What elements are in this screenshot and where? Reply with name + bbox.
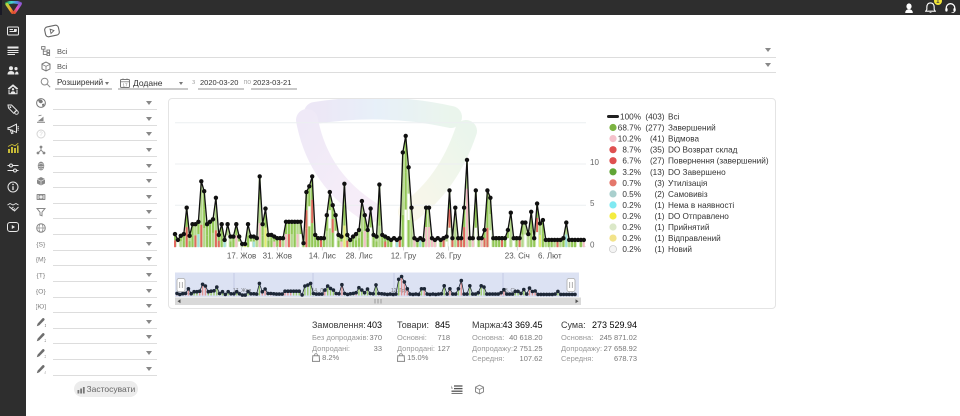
svg-text:12. Гру: 12. Гру (391, 252, 417, 261)
svg-text:2: 2 (44, 338, 46, 342)
svg-text:(1): (1) (654, 245, 664, 254)
svg-text:{Ю}: {Ю} (36, 303, 46, 310)
svg-text:(41): (41) (650, 135, 665, 144)
svg-text:3.2%: 3.2% (622, 168, 641, 177)
svg-text:1: 1 (44, 323, 46, 327)
svg-text:68.7%: 68.7% (618, 124, 641, 133)
svg-text:14. Лис: 14. Лис (309, 252, 336, 261)
svg-text:{S}: {S} (36, 241, 46, 248)
svg-text:8.7%: 8.7% (622, 146, 641, 155)
svg-text:Новий: Новий (668, 245, 692, 254)
svg-text:(1): (1) (654, 212, 664, 221)
svg-text:Відмова: Відмова (668, 135, 699, 144)
svg-text:(2): (2) (654, 190, 664, 199)
svg-text:0.7%: 0.7% (622, 179, 641, 188)
svg-text:26. Гру: 26. Гру (436, 252, 462, 261)
svg-text:Повернення (завершений): Повернення (завершений) (668, 157, 769, 166)
svg-text:Утилізація: Утилізація (668, 179, 707, 188)
svg-text:(35): (35) (650, 146, 665, 155)
svg-text:(1): (1) (654, 223, 664, 232)
svg-text:(1): (1) (654, 201, 664, 210)
svg-text:(13): (13) (650, 168, 665, 177)
svg-text:Прийнятий: Прийнятий (668, 223, 709, 232)
svg-text:28. Лис: 28. Лис (346, 252, 373, 261)
svg-text:Завершений: Завершений (668, 124, 716, 133)
svg-text:10: 10 (590, 158, 599, 167)
svg-text:DO Завершено: DO Завершено (668, 168, 726, 177)
svg-text:6. Лют: 6. Лют (538, 252, 562, 261)
svg-text:Відправлений: Відправлений (668, 234, 721, 243)
svg-text:(27): (27) (650, 157, 665, 166)
svg-text:31. Жов: 31. Жов (263, 252, 292, 261)
svg-text:0.2%: 0.2% (622, 201, 641, 210)
svg-text:(1): (1) (654, 234, 664, 243)
svg-text:(403): (403) (645, 113, 664, 122)
svg-text:23. Січ: 23. Січ (505, 252, 530, 261)
svg-text:6.7%: 6.7% (622, 157, 641, 166)
svg-text:Всі: Всі (668, 113, 680, 122)
svg-text:{T}: {T} (36, 272, 45, 279)
svg-text:17. Жов: 17. Жов (227, 252, 256, 261)
svg-text:{M}: {M} (36, 256, 46, 263)
svg-text:0.2%: 0.2% (622, 212, 641, 221)
svg-text:0.2%: 0.2% (622, 223, 641, 232)
svg-text:4: 4 (44, 370, 46, 374)
svg-text:5: 5 (590, 199, 595, 208)
svg-text:{O}: {O} (36, 288, 46, 295)
svg-text:10.2%: 10.2% (618, 135, 641, 144)
svg-text:0.2%: 0.2% (622, 234, 641, 243)
svg-text:DO Возврат склад: DO Возврат склад (668, 146, 738, 155)
svg-text:Самовивіз: Самовивіз (668, 190, 708, 199)
svg-text:100%: 100% (620, 113, 641, 122)
svg-text:Нема в наявності: Нема в наявності (668, 201, 734, 210)
svg-text:(3): (3) (654, 179, 664, 188)
svg-text:DO Отправлено: DO Отправлено (668, 212, 729, 221)
svg-text:0: 0 (590, 241, 595, 250)
svg-text:(277): (277) (645, 124, 664, 133)
svg-text:0.5%: 0.5% (622, 190, 641, 199)
svg-text:0.2%: 0.2% (622, 245, 641, 254)
svg-text:3: 3 (44, 354, 46, 358)
svg-text:17: 17 (122, 82, 128, 87)
